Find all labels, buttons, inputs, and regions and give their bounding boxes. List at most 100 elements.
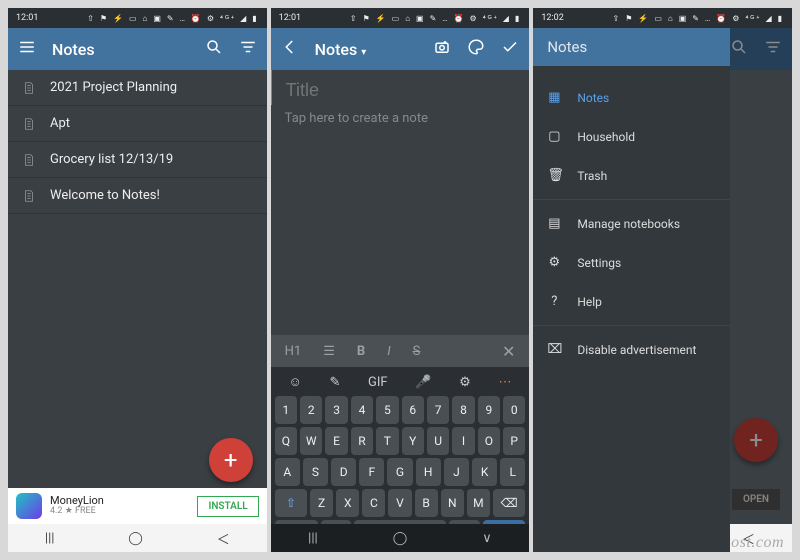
key-7[interactable]: 7 — [427, 396, 449, 424]
key-O[interactable]: O — [478, 427, 500, 455]
key-6[interactable]: 6 — [402, 396, 424, 424]
key-2[interactable]: 2 — [300, 396, 322, 424]
key-C[interactable]: C — [362, 489, 385, 517]
key-G[interactable]: G — [387, 458, 412, 486]
clock: 12:01 — [16, 13, 38, 23]
gif-icon[interactable]: GIF — [368, 375, 388, 390]
drawer-item-label: Help — [577, 295, 602, 309]
gear-icon[interactable]: ⚙ — [459, 375, 471, 390]
key-Q[interactable]: Q — [275, 427, 297, 455]
status-bar: 12:01 ⇧ ⚑ ⚡ ▭ ⌂ ▣ ✎ … ⏰ ⚙ ⁴ᴳ⁺ ◢ ▮ — [271, 8, 530, 28]
drawer-item-manage notebooks[interactable]: ▤Manage notebooks — [533, 204, 730, 243]
drawer-item-icon: ? — [547, 294, 561, 309]
sort-icon[interactable] — [764, 38, 782, 60]
drawer-item-settings[interactable]: ⚙Settings — [533, 243, 730, 282]
camera-icon[interactable] — [433, 38, 451, 60]
back-button[interactable]: ∨ — [482, 531, 492, 546]
key-I[interactable]: I — [452, 427, 474, 455]
back-button[interactable]: ＜ — [217, 529, 230, 548]
recents-button[interactable]: ||| — [45, 531, 55, 546]
add-note-fab[interactable]: + — [209, 438, 253, 482]
key-Y[interactable]: Y — [402, 427, 424, 455]
key-F[interactable]: F — [359, 458, 384, 486]
key-K[interactable]: K — [472, 458, 497, 486]
drawer-item-label: Settings — [577, 256, 621, 270]
key-0[interactable]: 0 — [503, 396, 525, 424]
key-5[interactable]: 5 — [376, 396, 398, 424]
bold-button[interactable]: B — [357, 344, 365, 359]
key-⇧[interactable]: ⇧ — [275, 489, 307, 517]
drawer-item-disable advertisement[interactable]: ⌧Disable advertisement — [533, 330, 730, 369]
key-S[interactable]: S — [303, 458, 328, 486]
app-bar: Notes ▾ — [271, 28, 530, 70]
key-W[interactable]: W — [300, 427, 322, 455]
ad-text: MoneyLion 4.2 ★ FREE — [50, 495, 189, 517]
key-X[interactable]: X — [336, 489, 359, 517]
ad-banner[interactable]: MoneyLion 4.2 ★ FREE INSTALL — [8, 488, 267, 524]
back-button[interactable]: ＜ — [742, 529, 755, 548]
home-button[interactable]: ◯ — [128, 531, 143, 546]
more-icon[interactable]: ⋯ — [498, 375, 511, 390]
status-bar: 12:02 ⇧ ⚑ ⚡ ▭ ⌂ ▣ ✎ … ⏰ ⚙ ⁴ᴳ⁺ ◢ ▮ — [533, 8, 792, 28]
search-icon[interactable] — [730, 38, 748, 60]
sticker-icon[interactable]: ✎ — [329, 375, 340, 390]
key-L[interactable]: L — [500, 458, 525, 486]
key-J[interactable]: J — [444, 458, 469, 486]
ad-open-button[interactable]: OPEN — [732, 489, 780, 510]
mic-icon[interactable]: 🎤 — [415, 375, 431, 390]
key-U[interactable]: U — [427, 427, 449, 455]
screenshot-notes-list: 12:01 ⇧ ⚑ ⚡ ▭ ⌂ ▣ ✎ … ⏰ ⚙ ⁴ᴳ⁺ ◢ ▮ Notes … — [8, 8, 267, 552]
key-N[interactable]: N — [441, 489, 464, 517]
key-⌫[interactable]: ⌫ — [493, 489, 525, 517]
note-body-hint[interactable]: Tap here to create a note — [271, 105, 530, 132]
search-icon[interactable] — [205, 38, 223, 60]
breadcrumb[interactable]: Notes ▾ — [315, 40, 418, 59]
key-B[interactable]: B — [415, 489, 438, 517]
add-note-fab[interactable]: + — [734, 418, 778, 462]
key-M[interactable]: M — [467, 489, 490, 517]
emoji-icon[interactable]: ☺ — [289, 374, 302, 390]
palette-icon[interactable] — [467, 38, 485, 60]
note-title-input[interactable] — [271, 70, 530, 105]
menu-icon[interactable] — [18, 38, 36, 60]
sort-icon[interactable] — [239, 38, 257, 60]
drawer-item-notes[interactable]: ▦Notes — [533, 78, 730, 117]
note-item[interactable]: 2021 Project Planning — [8, 70, 267, 106]
key-1[interactable]: 1 — [275, 396, 297, 424]
drawer-item-household[interactable]: ▢Household — [533, 117, 730, 156]
key-Z[interactable]: Z — [310, 489, 333, 517]
close-toolbar-icon[interactable]: ✕ — [502, 342, 515, 361]
key-8[interactable]: 8 — [452, 396, 474, 424]
note-item[interactable]: Welcome to Notes! — [8, 178, 267, 214]
key-D[interactable]: D — [331, 458, 356, 486]
heading-button[interactable]: H1 — [285, 344, 302, 359]
clock: 12:01 — [279, 13, 301, 23]
note-item[interactable]: Grocery list 12/13/19 — [8, 142, 267, 178]
key-H[interactable]: H — [416, 458, 441, 486]
key-9[interactable]: 9 — [478, 396, 500, 424]
drawer-item-trash[interactable]: 🗑Trash — [533, 156, 730, 195]
key-T[interactable]: T — [376, 427, 398, 455]
drawer-item-icon: ▢ — [547, 129, 561, 144]
drawer-item-icon: ▤ — [547, 216, 561, 231]
done-icon[interactable] — [501, 38, 519, 60]
key-R[interactable]: R — [351, 427, 373, 455]
list-icon[interactable]: ☰ — [323, 344, 335, 359]
note-item[interactable]: Apt — [8, 106, 267, 142]
italic-button[interactable]: I — [387, 344, 390, 359]
strike-button[interactable]: S — [413, 344, 421, 359]
key-A[interactable]: A — [275, 458, 300, 486]
ad-install-button[interactable]: INSTALL — [197, 496, 258, 517]
key-E[interactable]: E — [325, 427, 347, 455]
drawer-item-icon: ▦ — [547, 90, 561, 105]
home-button[interactable]: ◯ — [393, 531, 408, 546]
back-icon[interactable] — [281, 38, 299, 60]
screenshot-drawer: 12:02 ⇧ ⚑ ⚡ ▭ ⌂ ▣ ✎ … ⏰ ⚙ ⁴ᴳ⁺ ◢ ▮ + OPEN… — [533, 8, 792, 552]
recents-button[interactable]: ||| — [308, 531, 318, 546]
screenshot-note-editor: 12:01 ⇧ ⚑ ⚡ ▭ ⌂ ▣ ✎ … ⏰ ⚙ ⁴ᴳ⁺ ◢ ▮ Notes … — [271, 8, 530, 552]
key-4[interactable]: 4 — [351, 396, 373, 424]
drawer-item-help[interactable]: ? Help — [533, 282, 730, 321]
key-V[interactable]: V — [388, 489, 411, 517]
key-P[interactable]: P — [503, 427, 525, 455]
key-3[interactable]: 3 — [325, 396, 347, 424]
